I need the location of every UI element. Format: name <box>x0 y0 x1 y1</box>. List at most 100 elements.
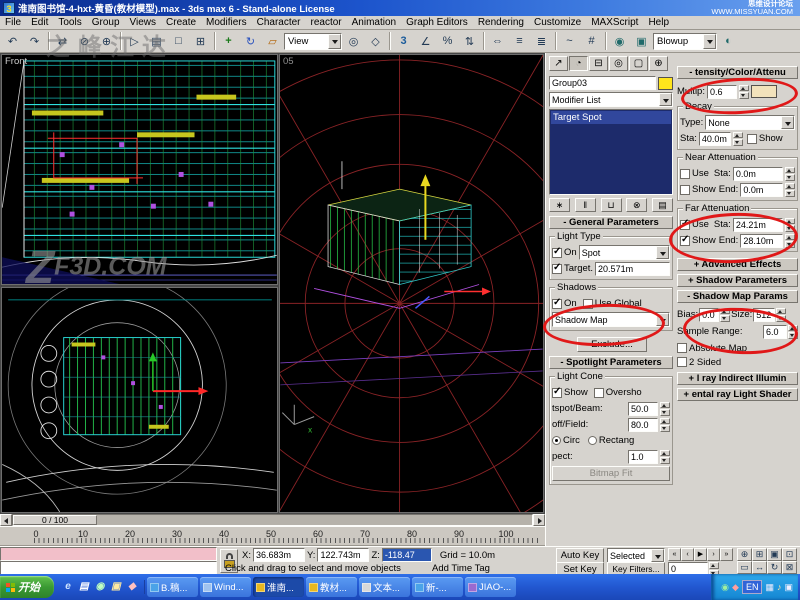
two-sided-checkbox[interactable] <box>677 357 687 367</box>
quick-launch-icon-1[interactable]: e <box>61 580 75 594</box>
exclude-button[interactable]: Exclude... <box>577 337 647 352</box>
window-crossing-icon[interactable]: ⊞ <box>190 31 211 51</box>
falloff-spinner[interactable] <box>660 418 670 432</box>
sample-range-field[interactable]: 6.0 <box>763 325 787 339</box>
shadows-on-checkbox[interactable] <box>552 299 562 309</box>
light-color-swatch[interactable] <box>751 85 777 98</box>
viewport-front-label[interactable]: Front <box>5 56 27 67</box>
tray-icon-5[interactable]: ▣ <box>784 582 793 593</box>
target-distance-field[interactable]: 20.571m <box>595 262 670 276</box>
sample-range-spinner[interactable] <box>788 325 798 339</box>
overshoot-checkbox[interactable] <box>594 388 604 398</box>
angle-snap-icon[interactable]: ∠ <box>415 31 436 51</box>
chevron-down-icon[interactable] <box>659 93 672 106</box>
z-coordinate-field[interactable]: -118.47 <box>382 548 432 562</box>
material-editor-icon[interactable]: ◉ <box>609 31 630 51</box>
rollout-intensity-color-attenuation[interactable]: tensity/Color/Attenu <box>677 66 798 79</box>
decay-type-dropdown[interactable]: None <box>705 115 795 130</box>
stack-item-target-spot[interactable]: Target Spot <box>551 111 671 124</box>
selected-filter-dropdown[interactable]: Selected <box>607 548 665 563</box>
circle-radio[interactable] <box>552 436 561 445</box>
redo-icon[interactable]: ↷ <box>24 31 45 51</box>
play-icon[interactable]: ▶ <box>694 548 707 561</box>
auto-key-button[interactable]: Auto Key <box>556 548 604 563</box>
menu-graph-editors[interactable]: Graph Editors <box>401 17 473 28</box>
time-slider[interactable]: 0 / 100 <box>13 515 97 525</box>
select-link-icon[interactable]: ⇄ <box>52 31 73 51</box>
menu-views[interactable]: Views <box>125 17 162 28</box>
decay-start-spinner[interactable] <box>733 132 743 146</box>
aspect-field[interactable]: 1.0 <box>628 450 658 464</box>
menu-file[interactable]: File <box>0 17 26 28</box>
align-icon[interactable]: ≡ <box>509 31 530 51</box>
select-object-icon[interactable]: ▷ <box>124 31 145 51</box>
y-coordinate-field[interactable]: 122.743m <box>317 548 369 562</box>
tab-modify-icon[interactable]: ◔ <box>569 56 588 71</box>
zoom-extents-all-icon[interactable]: ⊡ <box>782 548 797 561</box>
start-button[interactable]: 开始 <box>0 576 54 598</box>
bias-spinner[interactable] <box>720 308 730 322</box>
far-end-spinner[interactable] <box>785 234 795 248</box>
select-rotate-icon[interactable]: ↻ <box>240 31 261 51</box>
selection-region-icon[interactable]: □ <box>168 31 189 51</box>
menu-animation[interactable]: Animation <box>347 17 401 28</box>
listener-macro-row[interactable] <box>0 547 217 561</box>
use-global-checkbox[interactable] <box>583 299 593 309</box>
listener-script-row[interactable] <box>0 561 217 575</box>
go-start-icon[interactable]: « <box>668 548 681 561</box>
maxscript-mini-listener[interactable] <box>0 547 217 575</box>
render-scene-icon[interactable]: ▣ <box>631 31 652 51</box>
decay-show-checkbox[interactable] <box>747 134 757 144</box>
multiplier-spinner[interactable] <box>739 85 749 99</box>
next-frame-icon[interactable]: › <box>707 548 720 561</box>
light-on-checkbox[interactable] <box>552 248 562 258</box>
tray-icon-4[interactable]: ♪ <box>777 582 782 592</box>
quick-launch-icon-5[interactable]: ◆ <box>125 580 139 594</box>
near-start-field[interactable]: 0.0m <box>733 167 783 181</box>
far-show-checkbox[interactable] <box>680 236 690 246</box>
bias-field[interactable]: 0.0 <box>699 308 719 322</box>
menu-customize[interactable]: Customize <box>529 17 586 28</box>
far-end-field[interactable]: 28.10m <box>740 234 783 248</box>
layer-manager-icon[interactable]: ≣ <box>531 31 552 51</box>
add-time-tag[interactable]: Add Time Tag <box>432 563 490 574</box>
schematic-view-icon[interactable]: # <box>581 31 602 51</box>
decay-start-field[interactable]: 40.0m <box>699 132 731 146</box>
near-end-field[interactable]: 0.0m <box>740 183 783 197</box>
hotspot-field[interactable]: 50.0 <box>628 402 658 416</box>
falloff-field[interactable]: 80.0 <box>628 418 658 432</box>
zoom-icon[interactable]: ⊕ <box>737 548 752 561</box>
taskbar-item-5[interactable]: 文本... <box>359 577 410 597</box>
multiplier-field[interactable]: 0.6 <box>707 85 737 99</box>
next-frame-arrow-icon[interactable] <box>533 514 545 526</box>
percent-snap-icon[interactable]: % <box>437 31 458 51</box>
tab-utilities-icon[interactable]: ⊕ <box>649 56 668 71</box>
viewport-front[interactable]: Front <box>1 54 278 285</box>
menu-create[interactable]: Create <box>161 17 201 28</box>
size-field[interactable]: 512 <box>753 308 775 322</box>
rollout-general-parameters[interactable]: General Parameters <box>549 216 673 229</box>
select-manipulate-icon[interactable]: ◇ <box>365 31 386 51</box>
configure-modifier-sets-icon[interactable]: ▤ <box>652 198 673 212</box>
remove-modifier-icon[interactable]: ⊗ <box>626 198 647 212</box>
menu-reactor[interactable]: reactor <box>306 17 347 28</box>
menu-character[interactable]: Character <box>252 17 306 28</box>
taskbar-item-3[interactable]: 淮南... <box>253 577 304 597</box>
chevron-down-icon[interactable] <box>328 34 341 49</box>
menu-maxscript[interactable]: MAXScript <box>586 17 643 28</box>
time-slider-track[interactable]: 0 / 100 <box>0 514 545 526</box>
quick-render-icon[interactable]: ◐ <box>718 31 739 51</box>
render-type-dropdown[interactable]: Blowup <box>653 33 717 50</box>
taskbar-item-4[interactable]: 教材... <box>306 577 357 597</box>
near-show-checkbox[interactable] <box>680 185 690 195</box>
unlink-icon[interactable]: ⊘ <box>74 31 95 51</box>
rollout-advanced-effects[interactable]: Advanced Effects <box>677 258 798 271</box>
far-use-checkbox[interactable] <box>680 220 690 230</box>
menu-tools[interactable]: Tools <box>53 17 86 28</box>
title-bar[interactable]: 3 淮南图书馆-4-hxt-黄昏(教材模型).max - 3ds max 6 -… <box>0 0 800 16</box>
x-coordinate-field[interactable]: 36.683m <box>253 548 305 562</box>
near-use-checkbox[interactable] <box>680 169 690 179</box>
light-type-dropdown[interactable]: Spot <box>579 245 670 260</box>
spinner-snap-icon[interactable]: ⇅ <box>459 31 480 51</box>
chevron-down-icon[interactable] <box>703 34 716 49</box>
